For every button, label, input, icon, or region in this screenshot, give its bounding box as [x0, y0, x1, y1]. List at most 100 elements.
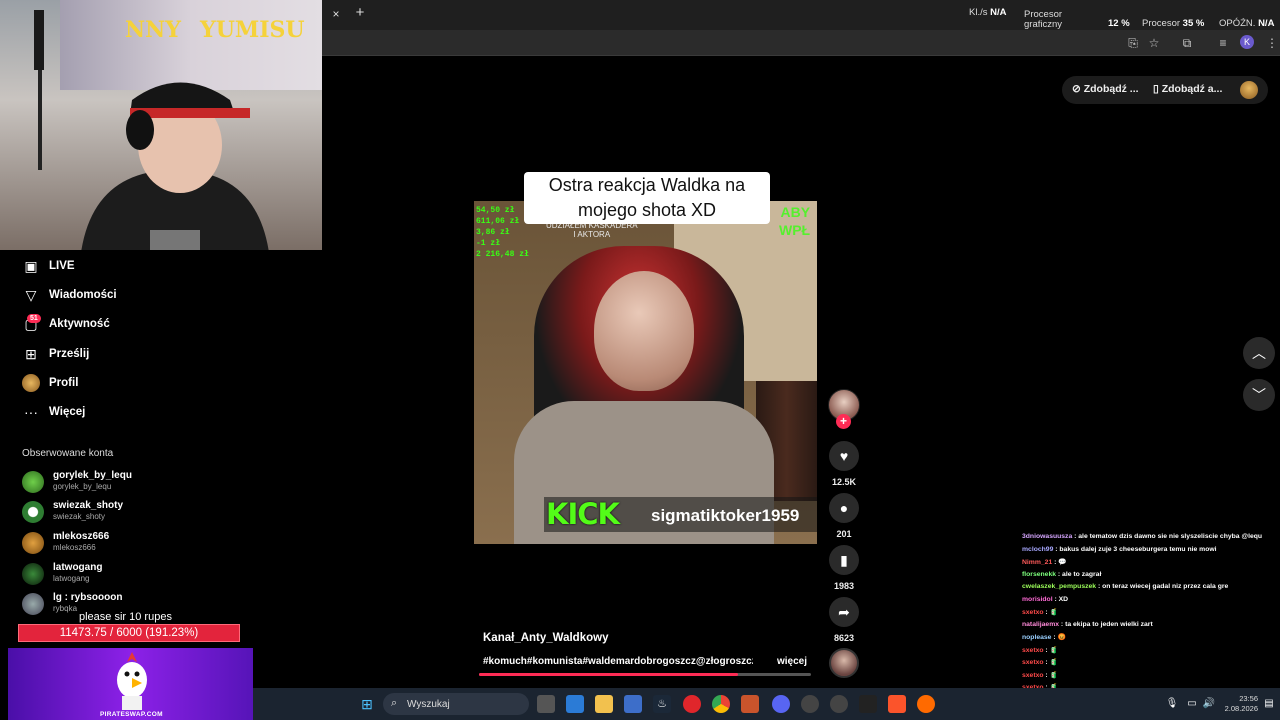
video-player[interactable]: 54,50 zł 611,06 zł 3,86 zł -1 zł 2 216,4… — [474, 201, 817, 544]
volume-icon[interactable]: 🔊 — [1200, 695, 1218, 713]
follow-plus-icon[interactable]: + — [836, 414, 851, 429]
share-count: 8623 — [833, 633, 855, 643]
video-hashtags[interactable]: #komuch#komunista#waldemardobrogoszcz@zł… — [483, 656, 753, 667]
start-icon[interactable]: ⊞ — [358, 695, 376, 713]
obs-second-icon[interactable] — [830, 695, 848, 713]
chat-text: : 🧃 — [1043, 659, 1059, 666]
chat-message: noplease : 😡 — [1022, 633, 1066, 641]
webcam-sign-right: YUMISU — [200, 17, 305, 43]
capcut-icon[interactable] — [859, 695, 877, 713]
brave-icon[interactable] — [888, 695, 906, 713]
notification-icon[interactable]: ▤ — [1260, 695, 1278, 713]
sidebar-item-label: Więcej — [49, 406, 86, 418]
comment-button[interactable]: ● — [829, 493, 859, 523]
messages-icon: ▽ — [25, 287, 37, 303]
chat-username: sxetxo — [1022, 659, 1044, 666]
task-view-icon[interactable] — [537, 695, 555, 713]
discord-icon[interactable] — [772, 695, 790, 713]
steam-icon[interactable]: ♨ — [653, 695, 671, 713]
gpu-label-line2: graficzny — [1024, 19, 1063, 30]
video-caption-line1: Ostra reakcja Waldka na — [548, 175, 746, 195]
taskbar-search[interactable] — [383, 693, 529, 715]
video-person-head — [594, 271, 694, 391]
app-icon[interactable] — [683, 695, 701, 713]
fps-stat: Kl./s N/A — [969, 8, 1007, 18]
chrome-icon[interactable] — [712, 695, 730, 713]
chat-username: sxetxo — [1022, 671, 1044, 679]
account-handle: latwogang — [53, 574, 90, 583]
account-handle: gorylek_by_lequ — [53, 482, 112, 491]
reading-list-icon[interactable]: ≡ — [1215, 35, 1231, 51]
chat-username: mcloch99 — [1022, 545, 1054, 553]
search-placeholder: Wyszukaj — [407, 699, 450, 710]
latency-stat: OPÓŹN. N/A — [1219, 19, 1274, 29]
music-disc-icon[interactable] — [829, 648, 859, 678]
user-avatar[interactable] — [1240, 81, 1258, 99]
video-author[interactable]: Kanał_Anty_Waldkowy — [483, 632, 608, 644]
chat-username: sxetxo — [1022, 609, 1044, 616]
like-count: 12.5K — [831, 477, 857, 487]
followed-account[interactable]: latwogang latwogang — [22, 561, 222, 587]
translate-icon[interactable]: ⎘ — [1125, 35, 1141, 51]
get-app-button[interactable]: ▯ Zdobądź a... — [1153, 83, 1222, 95]
game-launcher-icon[interactable] — [741, 695, 759, 713]
video-overlay-stats: 54,50 zł 611,06 zł 3,86 zł -1 zł 2 216,4… — [476, 206, 529, 259]
new-tab-button[interactable]: + — [352, 5, 368, 23]
extensions-icon[interactable]: ⧉ — [1179, 35, 1195, 51]
video-progress-bar[interactable] — [479, 673, 811, 676]
sidebar-item-profile[interactable]: Profil — [22, 373, 78, 393]
chat-username: 3dniowasuusza — [1022, 533, 1073, 540]
get-app-label: Zdobądź a... — [1161, 83, 1223, 95]
chat-text: : 🧃 — [1043, 609, 1059, 616]
share-button[interactable]: ➦ — [829, 597, 859, 627]
save-button[interactable]: ▮ — [829, 545, 859, 575]
chat-message: sxetxo : 🧃 — [1022, 658, 1058, 666]
outlook-icon[interactable] — [566, 695, 584, 713]
chat-message: Nimm_21 : 💬 — [1022, 558, 1067, 566]
account-avatar — [22, 471, 44, 493]
obs-icon[interactable] — [801, 695, 819, 713]
chat-username: sxetxo — [1022, 646, 1044, 654]
store-icon[interactable] — [624, 695, 642, 713]
soundcloud-icon[interactable] — [917, 695, 935, 713]
comment-icon: ● — [839, 500, 849, 516]
followed-accounts-title: Obserwowane konta — [22, 448, 114, 459]
sidebar-item-label: LIVE — [49, 260, 75, 272]
heart-icon: ♥ — [839, 448, 849, 464]
phone-icon: ▯ — [1153, 83, 1162, 95]
sidebar-item-messages[interactable]: ▽ Wiadomości — [22, 285, 117, 305]
sidebar-item-label: Aktywność — [49, 318, 110, 330]
upload-icon: ⊞ — [25, 346, 37, 362]
followed-account[interactable]: gorylek_by_lequ gorylek_by_lequ — [22, 469, 222, 495]
sidebar-item-live[interactable]: ▣ LIVE — [22, 256, 75, 276]
like-button[interactable]: ♥ — [829, 441, 859, 471]
sponsor-text: PIRATESWAP.COM — [100, 711, 163, 718]
followed-account[interactable]: mlekosz666 mlekosz666 — [22, 530, 222, 556]
profile-icon — [22, 374, 40, 392]
browser-menu-icon[interactable]: ⋮ — [1264, 35, 1280, 51]
account-handle: mlekosz666 — [53, 543, 96, 552]
account-avatar — [22, 532, 44, 554]
sidebar-item-more[interactable]: ··· Więcej — [22, 402, 85, 422]
see-more-link[interactable]: więcej — [777, 656, 807, 667]
file-explorer-icon[interactable] — [595, 695, 613, 713]
previous-video-button[interactable]: ︿ — [1243, 337, 1275, 369]
next-video-button[interactable]: ﹀ — [1243, 379, 1275, 411]
chat-text: : XD — [1052, 595, 1069, 603]
bookmark-star-icon[interactable]: ☆ — [1146, 35, 1162, 51]
close-tab-button[interactable]: × — [328, 6, 344, 22]
chat-text: : ale to zagrał — [1056, 570, 1102, 578]
network-icon[interactable]: ▭ — [1183, 695, 1201, 713]
chat-message: mcloch99 : bakus dalej zuje 3 cheeseburg… — [1022, 546, 1217, 553]
profile-avatar[interactable]: K — [1240, 35, 1254, 49]
microphone-icon[interactable]: 🎙 — [1163, 695, 1181, 713]
chat-username: noplease — [1022, 634, 1052, 641]
account-avatar — [22, 593, 44, 615]
followed-account[interactable]: swiezak_shoty swiezak_shoty — [22, 499, 222, 525]
browser-tab-bar — [322, 0, 1280, 30]
overlay-caption-line2: I AKTORA — [573, 230, 611, 239]
taskbar-clock[interactable]: 23:56 2.08.2026 — [1220, 694, 1258, 714]
sidebar-item-upload[interactable]: ⊞ Prześlij — [22, 344, 89, 364]
get-coins-button[interactable]: ⊘ Zdobądź ... — [1072, 83, 1139, 95]
video-caption-line2: mojego shota XD — [577, 200, 717, 220]
